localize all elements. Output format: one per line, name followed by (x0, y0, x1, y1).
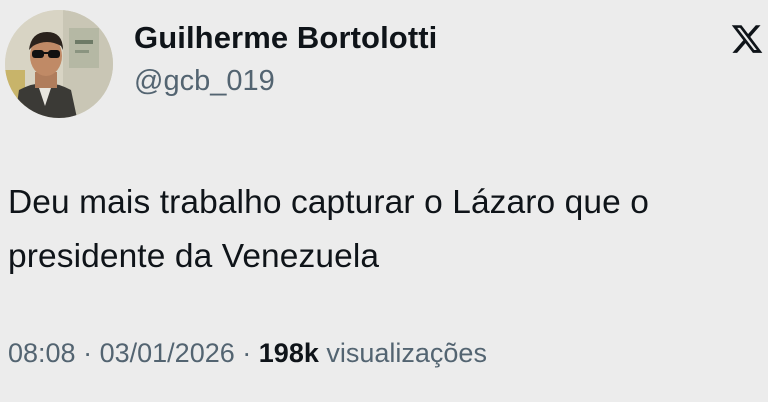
tweet-text: Deu mais trabalho capturar o Lázaro que … (8, 176, 760, 284)
tweet-date[interactable]: 03/01/2026 (100, 338, 235, 368)
views-count: 198k (258, 338, 319, 368)
author-display-name[interactable]: Guilherme Bortolotti (134, 20, 437, 56)
tweet-text-line-1: Deu mais trabalho capturar o Lázaro que … (8, 184, 649, 221)
meta-separator: · (242, 338, 252, 368)
meta-separator: · (83, 338, 93, 368)
views-label: visualizações (326, 338, 487, 368)
x-logo-icon[interactable] (730, 22, 764, 56)
avatar[interactable] (5, 10, 113, 118)
tweet-text-line-2: presidente da Venezuela (8, 238, 380, 275)
tweet-meta: 08:08 · 03/01/2026 · 198k visualizações (8, 338, 487, 369)
tweet-time[interactable]: 08:08 (8, 338, 76, 368)
author-handle[interactable]: @gcb_019 (134, 65, 275, 98)
tweet-card: Guilherme Bortolotti @gcb_019 Deu mais t… (0, 0, 768, 402)
avatar-photo (5, 10, 113, 118)
